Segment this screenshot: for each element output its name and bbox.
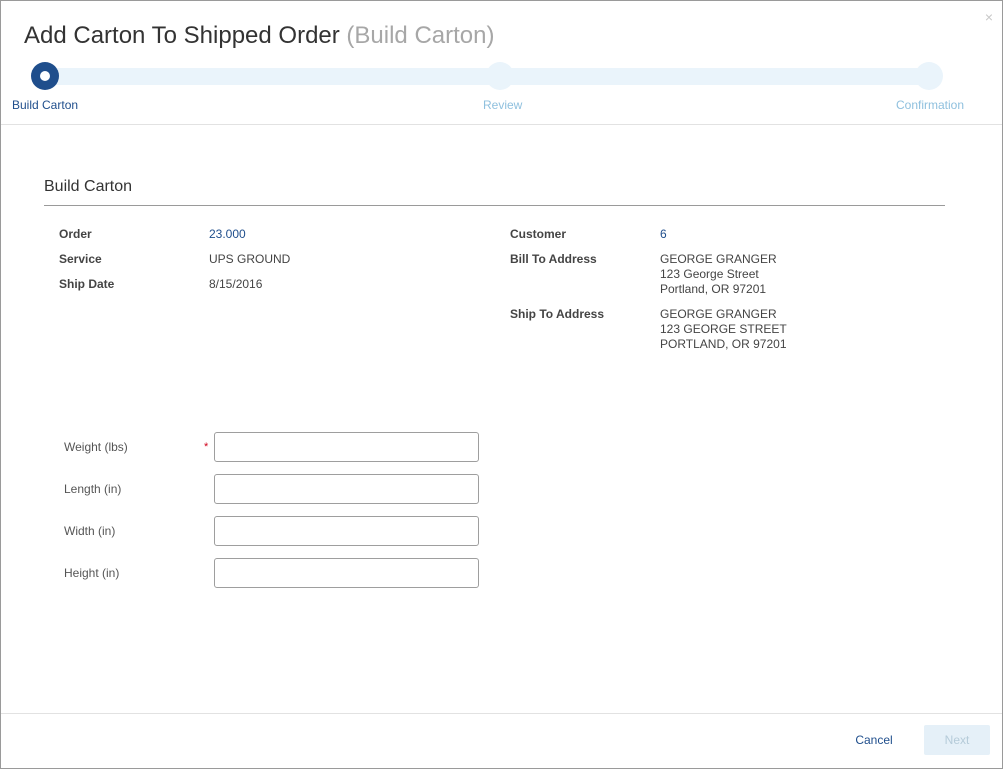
ship-to-line: 123 GEORGE STREET (660, 322, 787, 336)
order-label: Order (59, 227, 92, 241)
length-input[interactable] (214, 474, 479, 504)
ship-to-address: GEORGE GRANGER 123 GEORGE STREET PORTLAN… (660, 307, 787, 352)
add-carton-dialog: × Add Carton To Shipped Order (Build Car… (0, 0, 1003, 769)
step-label-build-carton: Build Carton (12, 98, 79, 112)
step-label-review: Review (483, 98, 523, 112)
bill-to-address: GEORGE GRANGER 123 George Street Portlan… (660, 252, 777, 297)
cancel-button[interactable]: Cancel (841, 725, 907, 755)
bill-to-line: Portland, OR 97201 (660, 282, 767, 296)
length-label: Length (in) (64, 482, 122, 496)
required-marker: * (204, 441, 209, 453)
footer-divider (1, 713, 1002, 714)
height-input[interactable] (214, 558, 479, 588)
step-indicator-build-carton (31, 62, 59, 90)
header-divider (1, 124, 1002, 125)
height-label: Height (in) (64, 566, 120, 580)
section-divider (44, 205, 945, 206)
step-label-confirmation: Confirmation (896, 98, 965, 112)
ship-date-label: Ship Date (59, 277, 115, 291)
weight-label: Weight (lbs) (64, 440, 128, 454)
weight-input[interactable] (214, 432, 479, 462)
dialog-title-text: Add Carton To Shipped Order (24, 22, 340, 49)
order-link[interactable]: 23.000 (209, 227, 246, 242)
width-input[interactable] (214, 516, 479, 546)
service-value: UPS GROUND (209, 252, 291, 266)
dialog-subtitle: (Build Carton) (346, 22, 495, 49)
bill-to-label: Bill To Address (510, 252, 597, 266)
bill-to-line: 123 George Street (660, 267, 759, 281)
customer-link[interactable]: 6 (660, 227, 667, 242)
step-indicator-review (486, 62, 514, 90)
ship-to-line: PORTLAND, OR 97201 (660, 337, 787, 351)
width-label: Width (in) (64, 524, 116, 538)
dialog-title: Add Carton To Shipped Order (Build Carto… (24, 22, 494, 50)
step-indicator-confirmation (915, 62, 943, 90)
ship-to-line: GEORGE GRANGER (660, 307, 777, 321)
service-label: Service (59, 252, 102, 266)
customer-label: Customer (510, 227, 567, 241)
next-button[interactable]: Next (924, 725, 990, 755)
ship-date-value: 8/15/2016 (209, 277, 263, 291)
bill-to-line: GEORGE GRANGER (660, 252, 777, 266)
section-title: Build Carton (44, 178, 133, 195)
ship-to-label: Ship To Address (510, 307, 605, 321)
close-icon[interactable]: × (985, 9, 993, 25)
